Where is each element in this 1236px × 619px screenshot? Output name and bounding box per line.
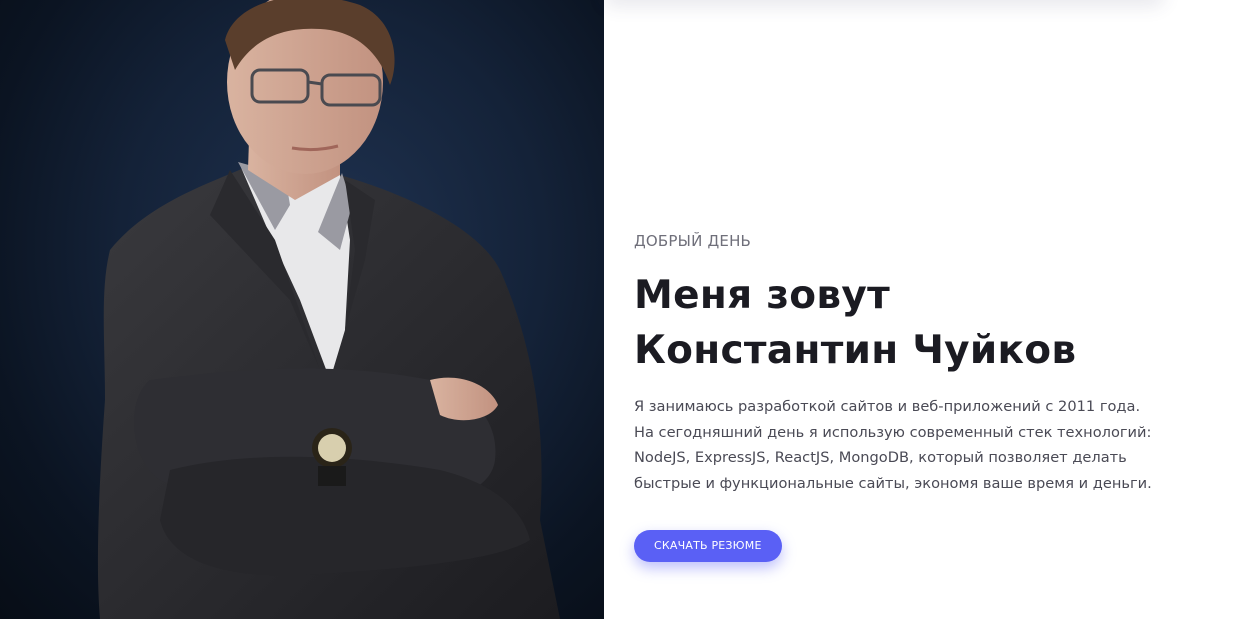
portrait-photo [0,0,604,619]
title-line-2: Константин Чуйков [634,328,1077,373]
title-line-1: Меня зовут [634,273,890,318]
page-title: Меня зовут Константин Чуйков [634,268,1194,378]
description-line: быстрые и функциональные сайты, экономя … [634,474,1152,492]
description: Я занимаюсь разработкой сайтов и веб-при… [634,394,1154,496]
description-line: NodeJS, ExpressJS, ReactJS, MongoDB, кот… [634,449,1127,466]
greeting-text: ДОБРЫЙ ДЕНЬ [634,232,752,250]
page: ДОБРЫЙ ДЕНЬ Меня зовут Константин Чуйков… [0,0,1236,619]
download-resume-button[interactable]: СКАЧАТЬ РЕЗЮМЕ [634,530,782,562]
description-line: Я занимаюсь разработкой сайтов и веб-при… [634,398,1141,415]
hero-content: ДОБРЫЙ ДЕНЬ Меня зовут Константин Чуйков… [634,232,1194,562]
portrait-illustration [97,0,561,619]
description-line: На сегодняшний день я использую современ… [634,423,1152,441]
